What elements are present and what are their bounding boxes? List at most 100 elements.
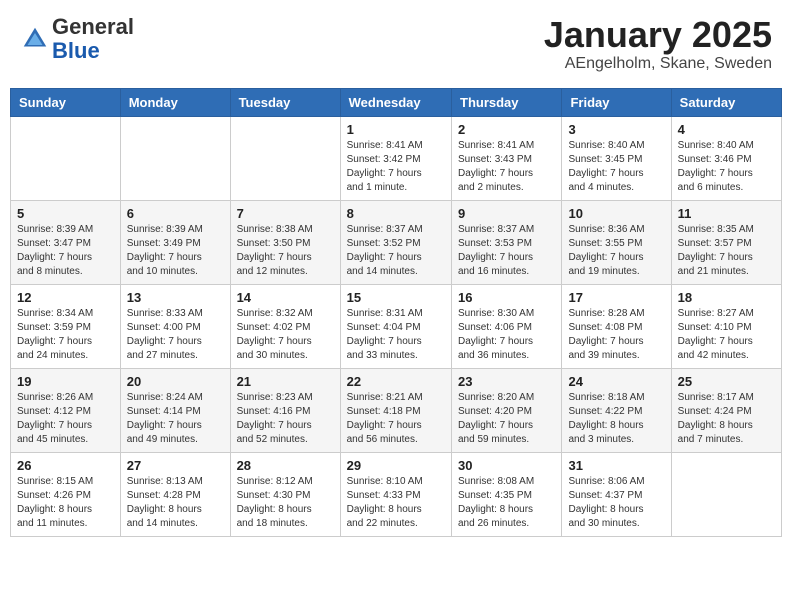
calendar-week-3: 12 Sunrise: 8:34 AM Sunset: 3:59 PM Dayli… <box>11 284 782 368</box>
calendar-cell <box>230 116 340 200</box>
day-info: Sunrise: 8:23 AM Sunset: 4:16 PM Dayligh… <box>237 391 334 447</box>
calendar-cell: 30 Sunrise: 8:08 AM Sunset: 4:35 PM Dayli… <box>452 452 562 536</box>
calendar-cell: 31 Sunrise: 8:06 AM Sunset: 4:37 PM Dayli… <box>562 452 671 536</box>
day-number: 6 <box>127 206 224 221</box>
header-wednesday: Wednesday <box>340 88 451 116</box>
day-number: 4 <box>678 122 775 137</box>
calendar-week-4: 19Sunrise: 8:26 AM Sunset: 4:12 PM Dayli… <box>11 368 782 452</box>
day-number: 5 <box>17 206 114 221</box>
calendar-cell: 6 Sunrise: 8:39 AM Sunset: 3:49 PM Daylig… <box>120 200 230 284</box>
day-number: 22 <box>347 374 445 389</box>
day-info: Sunrise: 8:10 AM Sunset: 4:33 PM Dayligh… <box>347 475 445 531</box>
calendar-cell <box>11 116 121 200</box>
calendar-cell: 21 Sunrise: 8:23 AM Sunset: 4:16 PM Dayli… <box>230 368 340 452</box>
day-info: Sunrise: 8:13 AM Sunset: 4:28 PM Dayligh… <box>127 475 224 531</box>
calendar-cell: 26Sunrise: 8:15 AM Sunset: 4:26 PM Dayli… <box>11 452 121 536</box>
day-number: 17 <box>568 290 664 305</box>
calendar-cell: 20Sunrise: 8:24 AM Sunset: 4:14 PM Dayli… <box>120 368 230 452</box>
logo-icon <box>20 24 50 54</box>
calendar-cell: 8 Sunrise: 8:37 AM Sunset: 3:52 PM Daylig… <box>340 200 451 284</box>
day-info: Sunrise: 8:21 AM Sunset: 4:18 PM Dayligh… <box>347 391 445 447</box>
day-number: 8 <box>347 206 445 221</box>
day-info: Sunrise: 8:12 AM Sunset: 4:30 PM Dayligh… <box>237 475 334 531</box>
day-info: Sunrise: 8:35 AM Sunset: 3:57 PM Dayligh… <box>678 223 775 279</box>
day-info: Sunrise: 8:06 AM Sunset: 4:37 PM Dayligh… <box>568 475 664 531</box>
calendar-cell: 2Sunrise: 8:41 AM Sunset: 3:43 PM Daylig… <box>452 116 562 200</box>
day-number: 14 <box>237 290 334 305</box>
day-number: 11 <box>678 206 775 221</box>
day-info: Sunrise: 8:41 AM Sunset: 3:42 PM Dayligh… <box>347 139 445 195</box>
day-number: 13 <box>127 290 224 305</box>
location-title: AEngelholm, Skane, Sweden <box>544 55 772 73</box>
day-number: 15 <box>347 290 445 305</box>
day-number: 29 <box>347 458 445 473</box>
day-number: 10 <box>568 206 664 221</box>
day-info: Sunrise: 8:24 AM Sunset: 4:14 PM Dayligh… <box>127 391 224 447</box>
logo-text: General Blue <box>52 15 134 63</box>
day-info: Sunrise: 8:28 AM Sunset: 4:08 PM Dayligh… <box>568 307 664 363</box>
day-number: 24 <box>568 374 664 389</box>
calendar-cell: 7 Sunrise: 8:38 AM Sunset: 3:50 PM Daylig… <box>230 200 340 284</box>
logo: General Blue <box>20 15 134 63</box>
calendar-table: SundayMondayTuesdayWednesdayThursdayFrid… <box>10 88 782 537</box>
calendar-cell: 1 Sunrise: 8:41 AM Sunset: 3:42 PM Daylig… <box>340 116 451 200</box>
day-number: 19 <box>17 374 114 389</box>
day-info: Sunrise: 8:40 AM Sunset: 3:46 PM Dayligh… <box>678 139 775 195</box>
day-info: Sunrise: 8:32 AM Sunset: 4:02 PM Dayligh… <box>237 307 334 363</box>
day-number: 21 <box>237 374 334 389</box>
day-info: Sunrise: 8:30 AM Sunset: 4:06 PM Dayligh… <box>458 307 555 363</box>
header-saturday: Saturday <box>671 88 781 116</box>
calendar-cell: 22 Sunrise: 8:21 AM Sunset: 4:18 PM Dayli… <box>340 368 451 452</box>
day-info: Sunrise: 8:37 AM Sunset: 3:53 PM Dayligh… <box>458 223 555 279</box>
calendar-cell: 17 Sunrise: 8:28 AM Sunset: 4:08 PM Dayli… <box>562 284 671 368</box>
calendar-cell: 28 Sunrise: 8:12 AM Sunset: 4:30 PM Dayli… <box>230 452 340 536</box>
day-number: 31 <box>568 458 664 473</box>
calendar-cell: 14 Sunrise: 8:32 AM Sunset: 4:02 PM Dayli… <box>230 284 340 368</box>
calendar-cell: 29 Sunrise: 8:10 AM Sunset: 4:33 PM Dayli… <box>340 452 451 536</box>
calendar-cell <box>671 452 781 536</box>
calendar-cell: 19Sunrise: 8:26 AM Sunset: 4:12 PM Dayli… <box>11 368 121 452</box>
calendar-cell: 16 Sunrise: 8:30 AM Sunset: 4:06 PM Dayli… <box>452 284 562 368</box>
day-info: Sunrise: 8:38 AM Sunset: 3:50 PM Dayligh… <box>237 223 334 279</box>
day-info: Sunrise: 8:33 AM Sunset: 4:00 PM Dayligh… <box>127 307 224 363</box>
day-number: 2 <box>458 122 555 137</box>
day-number: 23 <box>458 374 555 389</box>
title-block: January 2025 AEngelholm, Skane, Sweden <box>544 15 772 73</box>
calendar-cell: 4 Sunrise: 8:40 AM Sunset: 3:46 PM Daylig… <box>671 116 781 200</box>
day-number: 7 <box>237 206 334 221</box>
day-number: 28 <box>237 458 334 473</box>
day-info: Sunrise: 8:15 AM Sunset: 4:26 PM Dayligh… <box>17 475 114 531</box>
header-tuesday: Tuesday <box>230 88 340 116</box>
day-info: Sunrise: 8:40 AM Sunset: 3:45 PM Dayligh… <box>568 139 664 195</box>
calendar-cell: 15Sunrise: 8:31 AM Sunset: 4:04 PM Dayli… <box>340 284 451 368</box>
day-info: Sunrise: 8:34 AM Sunset: 3:59 PM Dayligh… <box>17 307 114 363</box>
day-info: Sunrise: 8:36 AM Sunset: 3:55 PM Dayligh… <box>568 223 664 279</box>
day-info: Sunrise: 8:27 AM Sunset: 4:10 PM Dayligh… <box>678 307 775 363</box>
day-number: 3 <box>568 122 664 137</box>
day-info: Sunrise: 8:39 AM Sunset: 3:49 PM Dayligh… <box>127 223 224 279</box>
day-info: Sunrise: 8:08 AM Sunset: 4:35 PM Dayligh… <box>458 475 555 531</box>
calendar-cell: 10 Sunrise: 8:36 AM Sunset: 3:55 PM Dayli… <box>562 200 671 284</box>
day-info: Sunrise: 8:37 AM Sunset: 3:52 PM Dayligh… <box>347 223 445 279</box>
month-title: January 2025 <box>544 15 772 55</box>
calendar-cell: 5 Sunrise: 8:39 AM Sunset: 3:47 PM Daylig… <box>11 200 121 284</box>
calendar-cell: 13 Sunrise: 8:33 AM Sunset: 4:00 PM Dayli… <box>120 284 230 368</box>
calendar-cell: 27 Sunrise: 8:13 AM Sunset: 4:28 PM Dayli… <box>120 452 230 536</box>
calendar-cell: 25Sunrise: 8:17 AM Sunset: 4:24 PM Dayli… <box>671 368 781 452</box>
day-info: Sunrise: 8:39 AM Sunset: 3:47 PM Dayligh… <box>17 223 114 279</box>
calendar-cell: 9Sunrise: 8:37 AM Sunset: 3:53 PM Daylig… <box>452 200 562 284</box>
header-friday: Friday <box>562 88 671 116</box>
header-thursday: Thursday <box>452 88 562 116</box>
calendar-header-row: SundayMondayTuesdayWednesdayThursdayFrid… <box>11 88 782 116</box>
day-number: 12 <box>17 290 114 305</box>
day-number: 16 <box>458 290 555 305</box>
calendar-week-5: 26Sunrise: 8:15 AM Sunset: 4:26 PM Dayli… <box>11 452 782 536</box>
day-number: 27 <box>127 458 224 473</box>
calendar-cell: 24 Sunrise: 8:18 AM Sunset: 4:22 PM Dayli… <box>562 368 671 452</box>
header-monday: Monday <box>120 88 230 116</box>
day-number: 30 <box>458 458 555 473</box>
day-info: Sunrise: 8:20 AM Sunset: 4:20 PM Dayligh… <box>458 391 555 447</box>
calendar-cell: 3 Sunrise: 8:40 AM Sunset: 3:45 PM Daylig… <box>562 116 671 200</box>
day-info: Sunrise: 8:18 AM Sunset: 4:22 PM Dayligh… <box>568 391 664 447</box>
day-number: 1 <box>347 122 445 137</box>
